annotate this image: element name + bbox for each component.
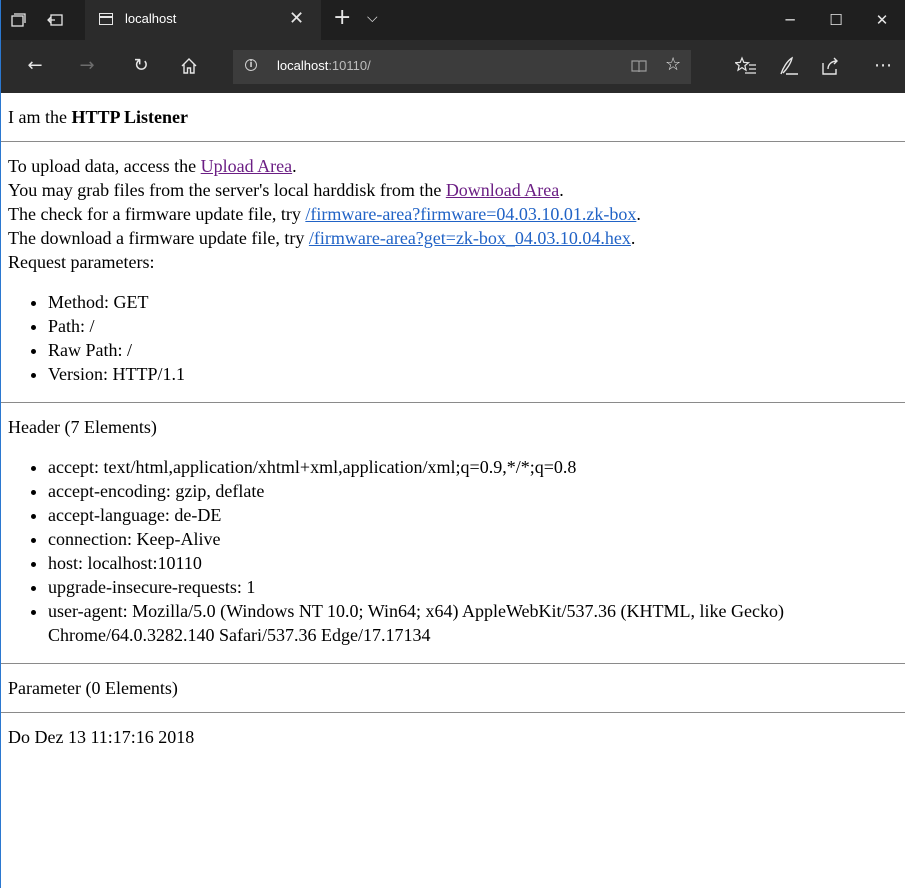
chevron-down-icon[interactable]: ⌵: [367, 10, 378, 26]
intro-line: I am the HTTP Listener: [8, 105, 905, 129]
close-window-icon[interactable]: ✕: [859, 0, 905, 40]
list-item: accept-encoding: gzip, deflate: [48, 479, 905, 503]
intro-text: I am the: [8, 107, 72, 127]
header-list: accept: text/html,application/xhtml+xml,…: [8, 455, 905, 647]
page-icon: [99, 13, 113, 25]
show-tabs-aside-icon[interactable]: [47, 11, 65, 29]
navigation-bar: ← → ↻ i localhost:10110/ ☆ ⋯: [1, 40, 905, 93]
firmware-download-suffix: .: [630, 228, 636, 248]
firmware-check-suffix: .: [636, 204, 641, 224]
address-text[interactable]: localhost:10110/: [277, 58, 371, 73]
tab-title: localhost: [125, 11, 177, 26]
list-item: Path: /: [48, 314, 905, 338]
tab-bar: localhost ✕ + ⌵ ─ ☐ ✕: [1, 0, 905, 40]
tab-close-icon[interactable]: ✕: [289, 9, 304, 29]
request-parameters-list: Method: GET Path: / Raw Path: / Version:…: [8, 290, 905, 386]
forward-icon[interactable]: →: [75, 54, 99, 78]
download-text: You may grab files from the server's loc…: [8, 180, 446, 200]
list-item: Raw Path: /: [48, 338, 905, 362]
divider: [1, 141, 905, 142]
favorite-star-icon[interactable]: ☆: [665, 54, 681, 75]
back-icon[interactable]: ←: [23, 54, 47, 78]
intro-title: HTTP Listener: [71, 107, 188, 127]
divider: [1, 712, 905, 713]
request-parameters-label: Request parameters:: [8, 252, 155, 272]
firmware-download-link[interactable]: /firmware-area?get=zk-box_04.03.10.04.he…: [309, 228, 631, 248]
download-line: You may grab files from the server's loc…: [8, 178, 905, 202]
timestamp: Do Dez 13 11:17:16 2018: [8, 727, 195, 747]
minimize-icon[interactable]: ─: [767, 0, 813, 40]
page-content: I am the HTTP Listener To upload data, a…: [1, 93, 905, 888]
list-item: accept: text/html,application/xhtml+xml,…: [48, 455, 905, 479]
maximize-icon[interactable]: ☐: [813, 0, 859, 40]
home-icon[interactable]: [177, 56, 201, 76]
more-icon[interactable]: ⋯: [871, 54, 895, 78]
upload-text: To upload data, access the: [8, 156, 201, 176]
new-tab-icon[interactable]: +: [333, 7, 351, 29]
links-block: To upload data, access the Upload Area. …: [8, 154, 905, 274]
download-area-link[interactable]: Download Area: [446, 180, 559, 200]
firmware-download-text: The download a firmware update file, try: [8, 228, 309, 248]
list-item: connection: Keep-Alive: [48, 527, 905, 551]
list-item: Version: HTTP/1.1: [48, 362, 905, 386]
list-item: host: localhost:10110: [48, 551, 905, 575]
download-suffix: .: [559, 180, 564, 200]
web-note-icon[interactable]: [778, 55, 800, 77]
firmware-check-link[interactable]: /firmware-area?firmware=04.03.10.01.zk-b…: [305, 204, 636, 224]
list-item: Method: GET: [48, 290, 905, 314]
upload-suffix: .: [292, 156, 297, 176]
browser-window: localhost ✕ + ⌵ ─ ☐ ✕ ← → ↻ i localhost:…: [0, 0, 905, 888]
upload-line: To upload data, access the Upload Area.: [8, 154, 905, 178]
header-section-title: Header (7 Elements): [8, 417, 157, 437]
list-item: accept-language: de-DE: [48, 503, 905, 527]
divider: [1, 402, 905, 403]
parameter-section-title: Parameter (0 Elements): [8, 678, 178, 698]
address-port: :10110/: [328, 58, 371, 73]
share-icon[interactable]: [819, 55, 841, 77]
address-bar[interactable]: i localhost:10110/ ☆: [233, 50, 691, 84]
divider: [1, 663, 905, 664]
firmware-download-line: The download a firmware update file, try…: [8, 226, 905, 250]
firmware-check-line: The check for a firmware update file, tr…: [8, 202, 905, 226]
reading-view-icon[interactable]: [631, 59, 647, 73]
upload-area-link[interactable]: Upload Area: [201, 156, 292, 176]
info-icon[interactable]: i: [245, 59, 257, 71]
list-item: upgrade-insecure-requests: 1: [48, 575, 905, 599]
list-item: user-agent: Mozilla/5.0 (Windows NT 10.0…: [48, 599, 905, 647]
favorites-list-icon[interactable]: [735, 55, 757, 77]
firmware-check-text: The check for a firmware update file, tr…: [8, 204, 306, 224]
tab-localhost[interactable]: localhost ✕: [85, 0, 321, 40]
refresh-icon[interactable]: ↻: [129, 54, 153, 78]
set-tabs-aside-icon[interactable]: [9, 11, 27, 29]
address-host: localhost: [277, 58, 329, 73]
